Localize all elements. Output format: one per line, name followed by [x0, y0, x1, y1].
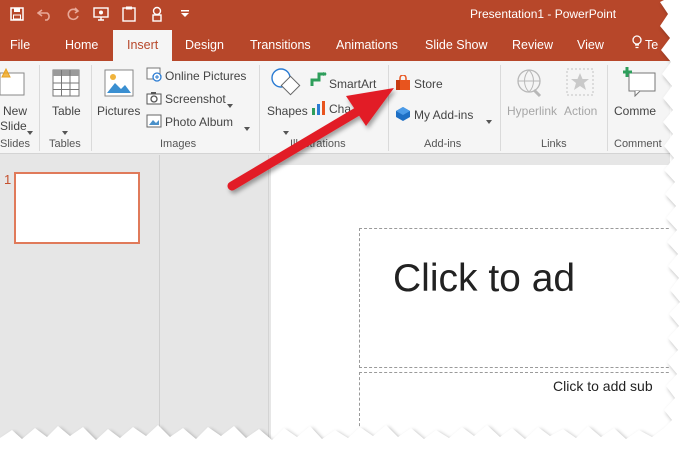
save-icon[interactable] — [8, 4, 26, 24]
present-from-start-icon[interactable] — [92, 4, 110, 24]
workspace-gutter — [161, 155, 269, 440]
photo-album-icon[interactable] — [146, 114, 162, 131]
chart-icon[interactable] — [311, 100, 327, 119]
slide-thumbnails-pane: 1 — [0, 155, 160, 440]
tab-home[interactable]: Home — [65, 30, 98, 61]
group-label-links: Links — [541, 138, 567, 150]
tab-view[interactable]: View — [577, 30, 604, 61]
shapes-icon[interactable] — [270, 67, 302, 100]
slide-number: 1 — [4, 172, 12, 187]
tab-slide-show[interactable]: Slide Show — [425, 30, 488, 61]
tab-tell-me[interactable]: Te — [632, 30, 658, 61]
pictures-icon[interactable] — [104, 69, 134, 100]
screenshot-label[interactable]: Screenshot — [165, 92, 226, 106]
shapes-label[interactable]: Shapes — [267, 104, 308, 118]
smartart-icon[interactable] — [310, 72, 328, 91]
group-label-addins: Add-ins — [424, 138, 462, 150]
my-addins-icon[interactable] — [395, 106, 411, 125]
hyperlink-label[interactable]: Hyperlink — [507, 104, 557, 118]
table-label[interactable]: Table — [52, 104, 81, 118]
chevron-down-icon[interactable] — [227, 97, 233, 111]
tab-file[interactable]: File — [10, 30, 30, 61]
group-separator — [39, 65, 40, 151]
pictures-label[interactable]: Pictures — [97, 104, 140, 118]
title-placeholder-text: Click to ad — [393, 257, 576, 300]
window-title: Presentation1 - PowerPoint — [470, 7, 617, 21]
comment-label[interactable]: Comme — [614, 104, 656, 118]
quick-access-toolbar — [8, 4, 194, 24]
group-separator — [607, 65, 608, 151]
group-separator — [500, 65, 501, 151]
tab-review[interactable]: Review — [512, 30, 553, 61]
chevron-down-icon[interactable] — [283, 124, 289, 138]
new-slide-label-1[interactable]: New — [3, 104, 27, 118]
tell-me-label: Te — [645, 38, 659, 52]
tab-insert[interactable]: Insert — [113, 30, 173, 61]
chart-label[interactable]: Cha — [329, 102, 351, 116]
group-label-slides: Slides — [0, 138, 30, 150]
undo-icon[interactable] — [36, 4, 54, 24]
ribbon-tabs: File Home Insert Design Transitions Anim… — [0, 30, 670, 61]
group-separator — [259, 65, 260, 151]
action-label[interactable]: Action — [564, 104, 597, 118]
table-icon[interactable] — [52, 69, 80, 100]
comment-icon[interactable] — [622, 67, 657, 100]
store-label[interactable]: Store — [414, 77, 443, 91]
group-label-illustrations: Illustrations — [290, 138, 346, 150]
lightbulb-icon — [632, 30, 642, 61]
tab-transitions[interactable]: Transitions — [250, 30, 311, 61]
clipboard-icon[interactable] — [120, 4, 138, 24]
group-label-images: Images — [160, 138, 197, 150]
chevron-down-icon[interactable] — [244, 120, 250, 134]
chevron-down-icon[interactable] — [62, 124, 68, 138]
slide-canvas[interactable]: Click to ad Click to add sub — [271, 165, 670, 440]
ribbon-insert: New Slide Slides Table Tables Pictures O… — [0, 61, 670, 154]
screenshot-icon[interactable] — [146, 91, 162, 109]
group-separator — [388, 65, 389, 151]
chevron-down-icon[interactable] — [27, 124, 33, 138]
tab-animations[interactable]: Animations — [336, 30, 398, 61]
subtitle-placeholder[interactable]: Click to add sub — [359, 372, 670, 440]
group-separator — [91, 65, 92, 151]
touch-mode-icon[interactable] — [148, 4, 166, 24]
customize-toolbar-icon[interactable] — [176, 4, 194, 24]
slide-thumbnail[interactable] — [14, 172, 140, 244]
group-label-comments: Comment — [614, 138, 662, 150]
new-slide-icon[interactable] — [0, 67, 28, 102]
hyperlink-icon[interactable] — [516, 68, 546, 101]
new-slide-label-2[interactable]: Slide — [0, 119, 27, 133]
title-bar: Presentation1 - PowerPoint — [0, 0, 670, 30]
powerpoint-window: Presentation1 - PowerPoint File Home Ins… — [0, 0, 670, 440]
redo-icon[interactable] — [64, 4, 82, 24]
action-icon[interactable] — [566, 68, 594, 99]
smartart-label[interactable]: SmartArt — [329, 77, 376, 91]
online-pictures-icon[interactable] — [146, 67, 162, 85]
online-pictures-label[interactable]: Online Pictures — [165, 69, 246, 83]
chevron-down-icon[interactable] — [486, 113, 492, 127]
subtitle-placeholder-text: Click to add sub — [553, 378, 653, 394]
slide-editing-area: Click to ad Click to add sub — [161, 155, 670, 440]
my-addins-label[interactable]: My Add-ins — [414, 108, 473, 122]
group-label-tables: Tables — [49, 138, 81, 150]
store-icon[interactable] — [395, 74, 411, 94]
photo-album-label[interactable]: Photo Album — [165, 115, 233, 129]
tab-design[interactable]: Design — [185, 30, 224, 61]
